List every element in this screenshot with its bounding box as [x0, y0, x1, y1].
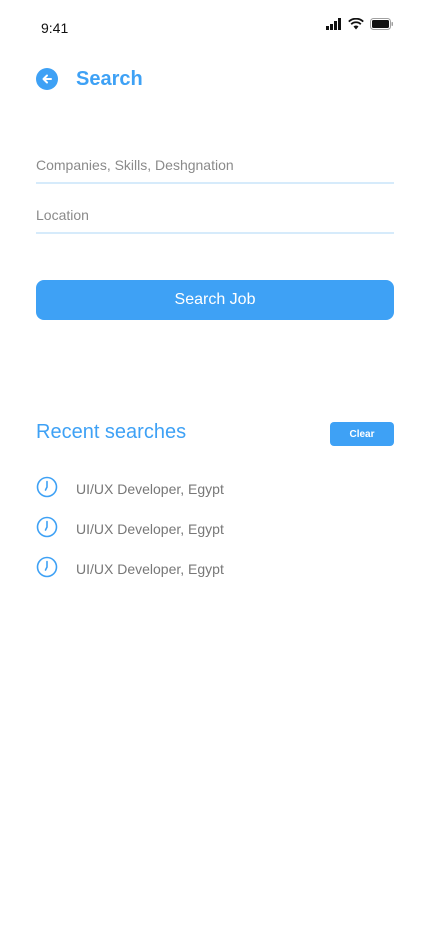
location-input[interactable] [36, 200, 394, 230]
arrow-left-icon [42, 74, 52, 84]
recent-search-label: UI/UX Developer, Egypt [76, 561, 224, 577]
clock-icon [36, 476, 58, 498]
signal-icon [326, 18, 341, 30]
recent-search-item[interactable]: UI/UX Developer, Egypt [36, 556, 394, 596]
page-title: Search [76, 67, 143, 90]
clear-button[interactable]: Clear [330, 422, 394, 446]
back-button[interactable] [36, 68, 58, 90]
status-bar: 9:41 [0, 0, 430, 56]
keywords-field [36, 150, 394, 184]
location-field [36, 200, 394, 234]
recent-search-label: UI/UX Developer, Egypt [76, 521, 224, 537]
recent-search-item[interactable]: UI/UX Developer, Egypt [36, 516, 394, 556]
status-time: 9:41 [41, 20, 69, 36]
recent-searches-list: UI/UX Developer, Egypt UI/UX Developer, … [36, 476, 394, 596]
recent-searches-title: Recent searches [36, 421, 187, 443]
battery-icon [370, 18, 393, 30]
recent-search-label: UI/UX Developer, Egypt [76, 481, 224, 497]
header: Search [36, 66, 143, 92]
wifi-icon [348, 18, 364, 30]
clock-icon [36, 516, 58, 538]
keywords-input[interactable] [36, 150, 394, 180]
search-job-button[interactable]: Search Job [36, 280, 394, 320]
recent-search-item[interactable]: UI/UX Developer, Egypt [36, 476, 394, 516]
status-icons [326, 18, 394, 30]
clock-icon [36, 556, 58, 578]
